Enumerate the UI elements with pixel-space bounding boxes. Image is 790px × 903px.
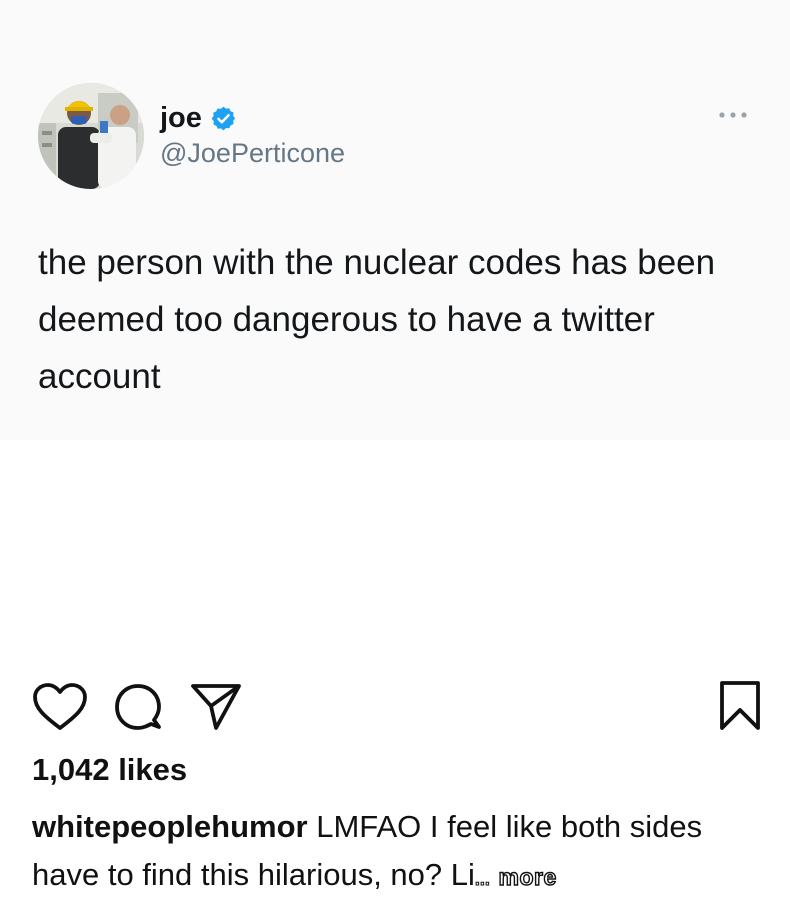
twitter-handle[interactable]: @JoePerticone [160,140,345,167]
caption-more-link[interactable]: more [498,853,557,901]
tweet-card: joe @JoePerticone the person with the nu… [0,0,790,440]
heart-icon[interactable] [32,682,88,732]
post-action-bar [0,678,790,738]
comment-icon[interactable] [113,682,163,732]
likes-count[interactable]: 1,042 likes [32,754,187,785]
verified-badge-icon [210,105,237,132]
profile-photo [38,83,144,189]
post-caption: whitepeoplehumor LMFAO I feel like both … [32,803,772,903]
share-icon[interactable] [190,682,242,732]
caption-username[interactable]: whitepeoplehumor [32,809,308,844]
display-name[interactable]: joe [160,103,202,133]
bookmark-icon[interactable] [717,680,763,732]
tweet-text: the person with the nuclear codes has be… [38,243,716,396]
more-dots-icon[interactable] [716,108,750,122]
caption-ellipsis: ... [474,869,490,890]
avatar[interactable] [38,83,144,189]
tweet-author: joe [160,100,237,136]
